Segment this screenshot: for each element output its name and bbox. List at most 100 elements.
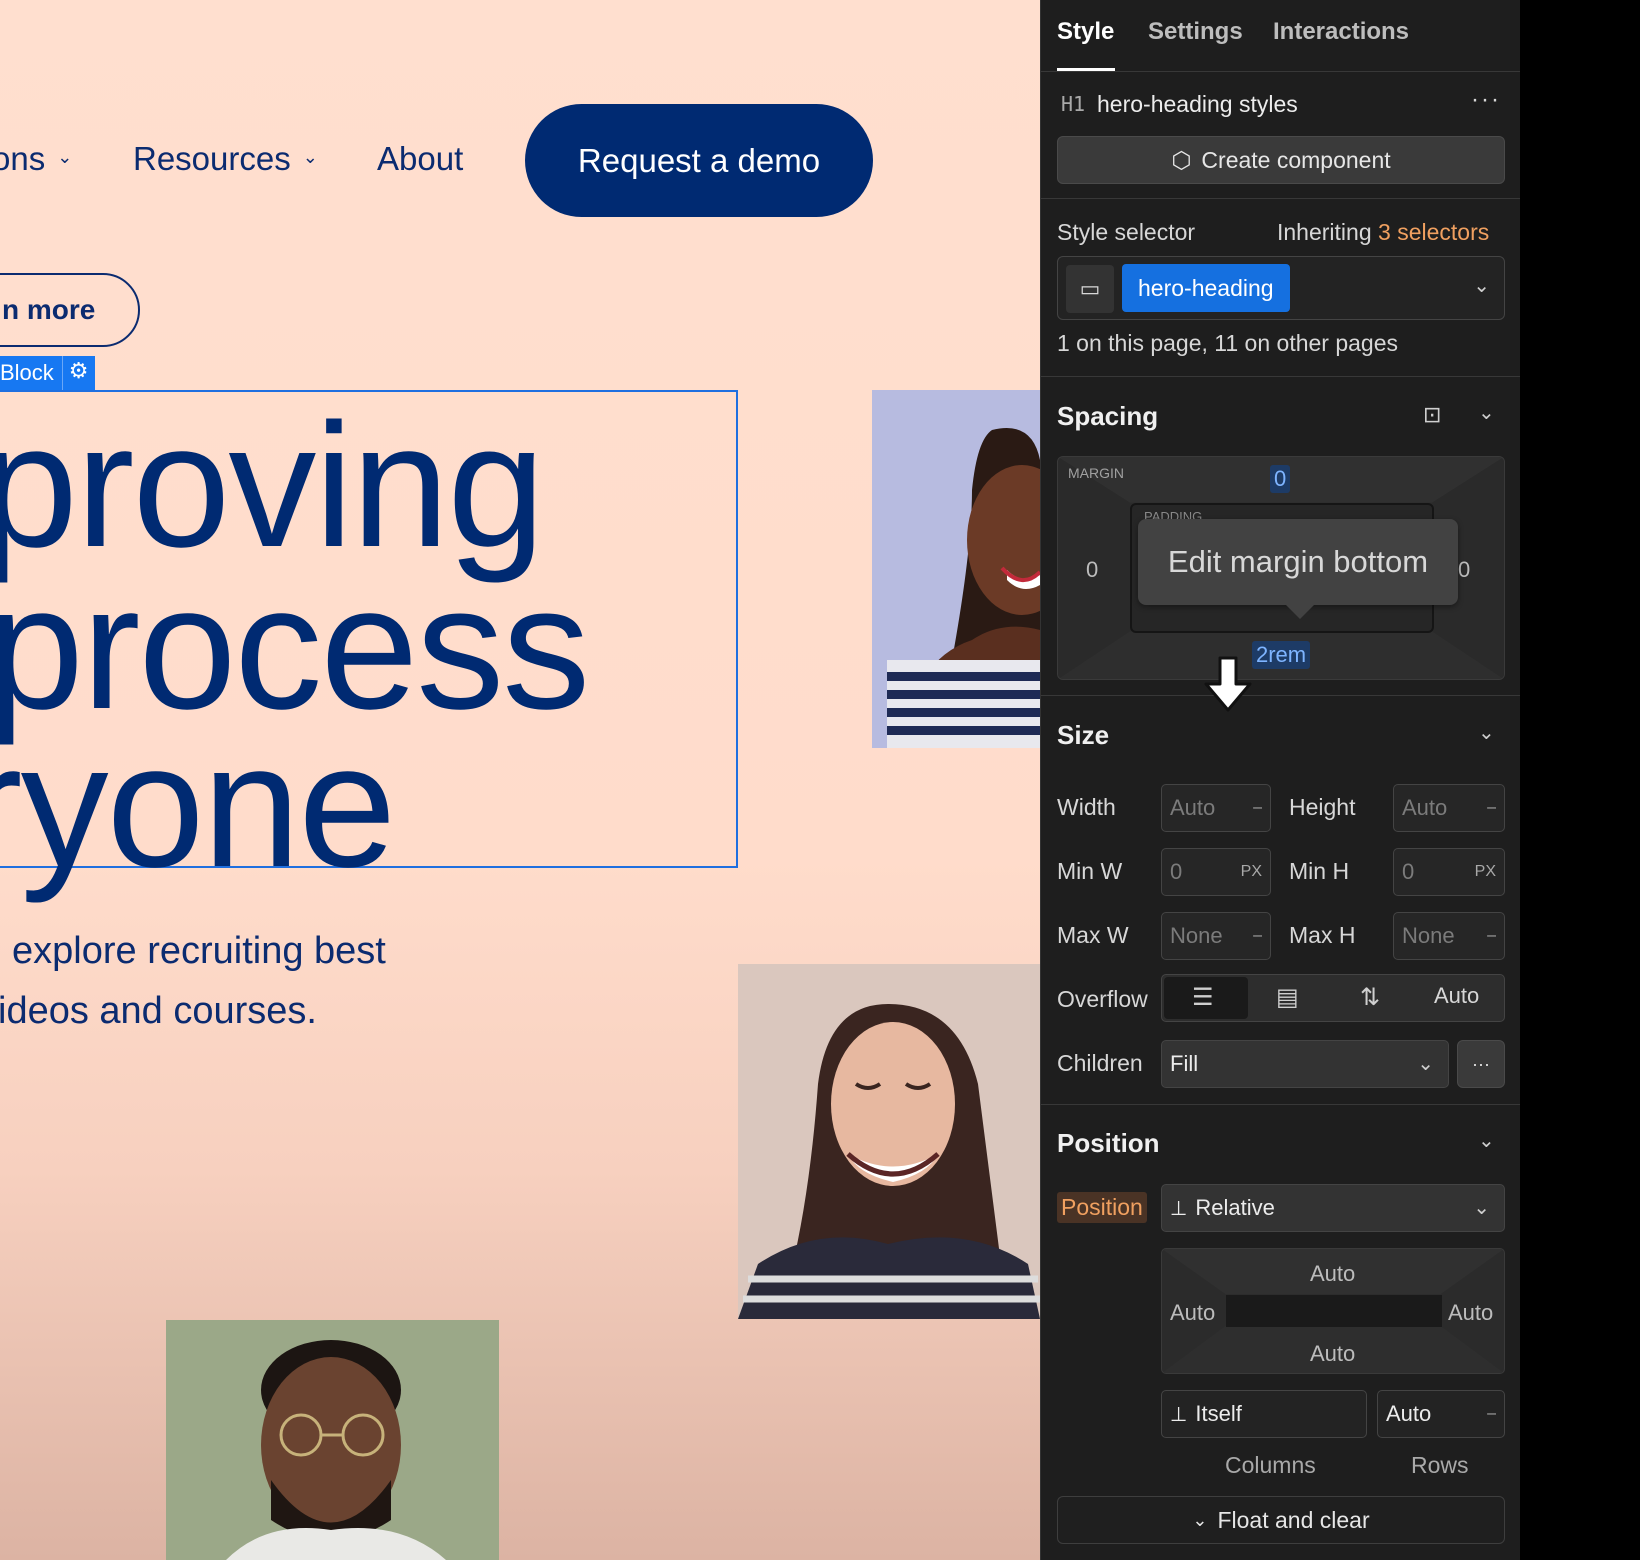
- children-select[interactable]: Fill ⌄: [1161, 1040, 1449, 1088]
- max-height-unit[interactable]: –: [1487, 927, 1496, 945]
- tab-style[interactable]: Style: [1057, 18, 1114, 46]
- divider: [1041, 376, 1521, 377]
- selected-element-tag[interactable]: Block ⚙: [0, 356, 95, 392]
- margin-left-value[interactable]: 0: [1086, 557, 1098, 583]
- height-unit[interactable]: –: [1487, 799, 1496, 817]
- min-width-label: Min W: [1057, 858, 1123, 884]
- max-width-unit[interactable]: –: [1253, 927, 1262, 945]
- grid-itself-icon: ⊥: [1170, 1403, 1188, 1426]
- nav-about[interactable]: About: [377, 140, 463, 178]
- more-options-icon: ···: [1472, 1053, 1490, 1074]
- position-offsets-editor[interactable]: Auto Auto Auto Auto: [1161, 1248, 1505, 1374]
- height-input[interactable]: Auto –: [1393, 784, 1505, 832]
- min-height-unit[interactable]: PX: [1475, 863, 1496, 881]
- divider: [1041, 695, 1521, 696]
- position-bottom-value[interactable]: Auto: [1310, 1341, 1355, 1367]
- width-label: Width: [1057, 794, 1116, 820]
- overflow-visible-icon[interactable]: ☰: [1192, 983, 1214, 1012]
- max-width-input[interactable]: None –: [1161, 912, 1271, 960]
- position-label[interactable]: Position: [1057, 1192, 1147, 1223]
- margin-label: MARGIN: [1068, 465, 1124, 481]
- grid-itself-value: Itself: [1195, 1401, 1242, 1426]
- selector-usage-text: 1 on this page, 11 on other pages: [1057, 330, 1399, 356]
- element-styles-title: hero-heading styles: [1097, 91, 1298, 117]
- nav-resources[interactable]: Resources ⌄: [133, 140, 318, 178]
- min-width-input[interactable]: 0 PX: [1161, 848, 1271, 896]
- nav-solutions[interactable]: ons ⌄: [0, 140, 72, 178]
- children-more-button[interactable]: ···: [1457, 1040, 1505, 1088]
- selector-chip-hero-heading[interactable]: hero-heading: [1122, 264, 1290, 312]
- margin-bottom-value[interactable]: 2rem: [1252, 641, 1311, 669]
- person-photo-3[interactable]: [166, 1320, 499, 1560]
- create-component-button[interactable]: ⬡ Create component: [1057, 136, 1505, 184]
- min-height-label: Min H: [1289, 858, 1350, 884]
- min-height-input[interactable]: 0 PX: [1393, 848, 1505, 896]
- person-photo-1[interactable]: [872, 390, 1040, 748]
- float-and-clear-button[interactable]: ⌄ Float and clear: [1057, 1496, 1505, 1544]
- size-section-title[interactable]: Size: [1057, 720, 1109, 751]
- learn-more-button[interactable]: n more: [0, 273, 140, 347]
- width-value: Auto: [1170, 795, 1216, 820]
- chevron-down-icon[interactable]: ⌄: [1473, 273, 1490, 298]
- max-height-input[interactable]: None –: [1393, 912, 1505, 960]
- position-right-value[interactable]: Auto: [1448, 1300, 1493, 1326]
- overflow-auto-option[interactable]: Auto: [1434, 983, 1479, 1009]
- block-tag-label: Block: [0, 360, 54, 385]
- website-canvas[interactable]: ons ⌄ Resources ⌄ About Request a demo n…: [0, 0, 1040, 1560]
- margin-right-value[interactable]: 0: [1458, 557, 1470, 583]
- chevron-down-icon[interactable]: ⌄: [1478, 1128, 1495, 1153]
- overflow-scroll-icon[interactable]: ⇅: [1360, 983, 1380, 1012]
- chevron-down-icon[interactable]: ⌄: [1478, 400, 1495, 425]
- spacing-mode-icon[interactable]: ⊡: [1423, 402, 1441, 428]
- spacing-section-title[interactable]: Spacing: [1057, 401, 1158, 432]
- hero-subtext-line-2: ideos and courses.: [0, 990, 317, 1032]
- grid-itself-select[interactable]: ⊥ Itself: [1161, 1390, 1367, 1438]
- chevron-down-icon: ⌄: [1192, 1509, 1208, 1530]
- min-width-unit[interactable]: PX: [1241, 863, 1262, 881]
- position-center: [1226, 1295, 1442, 1327]
- style-panel: Style Settings Interactions H1 hero-head…: [1040, 0, 1521, 1560]
- max-width-label: Max W: [1057, 922, 1129, 948]
- overflow-hidden-icon[interactable]: ▤: [1276, 983, 1299, 1012]
- person-photo-2[interactable]: [738, 964, 1040, 1319]
- position-left-value[interactable]: Auto: [1170, 1300, 1215, 1326]
- gear-icon[interactable]: ⚙: [61, 356, 95, 392]
- right-edge-background: [1520, 0, 1640, 1560]
- max-width-value: None: [1170, 923, 1223, 948]
- grid-rows-input[interactable]: Auto –: [1377, 1390, 1505, 1438]
- selector-type-icon[interactable]: ▭: [1066, 265, 1114, 313]
- spacing-editor[interactable]: MARGIN 0 0 0 PADDING Edit margin bottom …: [1057, 456, 1505, 680]
- margin-top-value[interactable]: 0: [1270, 465, 1291, 493]
- position-select[interactable]: ⊥ Relative ⌄: [1161, 1184, 1505, 1232]
- cursor-down-arrow-icon: [1204, 656, 1252, 712]
- children-label: Children: [1057, 1050, 1143, 1076]
- width-input[interactable]: Auto –: [1161, 784, 1271, 832]
- cube-icon: ⬡: [1171, 146, 1192, 173]
- height-value: Auto: [1402, 795, 1448, 820]
- create-component-label: Create component: [1201, 146, 1391, 173]
- style-selector-field[interactable]: ▭ hero-heading ⌄: [1057, 256, 1505, 320]
- tab-settings[interactable]: Settings: [1148, 18, 1243, 46]
- chevron-down-icon: ⌄: [1473, 1197, 1490, 1219]
- element-type-badge: H1: [1061, 92, 1086, 116]
- width-unit[interactable]: –: [1253, 799, 1262, 817]
- more-options-icon[interactable]: ···: [1471, 86, 1501, 114]
- inheriting-selectors-count[interactable]: 3 selectors: [1378, 219, 1489, 245]
- chevron-down-icon[interactable]: ⌄: [1478, 720, 1495, 745]
- rows-label: Rows: [1411, 1452, 1469, 1478]
- position-top-value[interactable]: Auto: [1310, 1261, 1355, 1287]
- inheriting-label: Inheriting: [1277, 219, 1372, 245]
- position-section-title[interactable]: Position: [1057, 1128, 1160, 1159]
- position-value: Relative: [1195, 1195, 1275, 1220]
- min-height-value: 0: [1402, 859, 1415, 884]
- position-relative-icon: ⊥: [1170, 1197, 1188, 1220]
- overflow-label: Overflow: [1057, 986, 1148, 1012]
- inheriting-info[interactable]: Inheriting 3 selectors: [1277, 219, 1489, 246]
- float-and-clear-label: Float and clear: [1217, 1506, 1370, 1533]
- request-demo-button[interactable]: Request a demo: [525, 104, 873, 217]
- hero-heading-line-1: proving: [0, 388, 545, 584]
- edit-margin-tooltip: Edit margin bottom: [1138, 519, 1458, 619]
- tab-interactions[interactable]: Interactions: [1273, 18, 1409, 46]
- grid-rows-unit[interactable]: –: [1487, 1405, 1496, 1423]
- divider: [1041, 198, 1521, 199]
